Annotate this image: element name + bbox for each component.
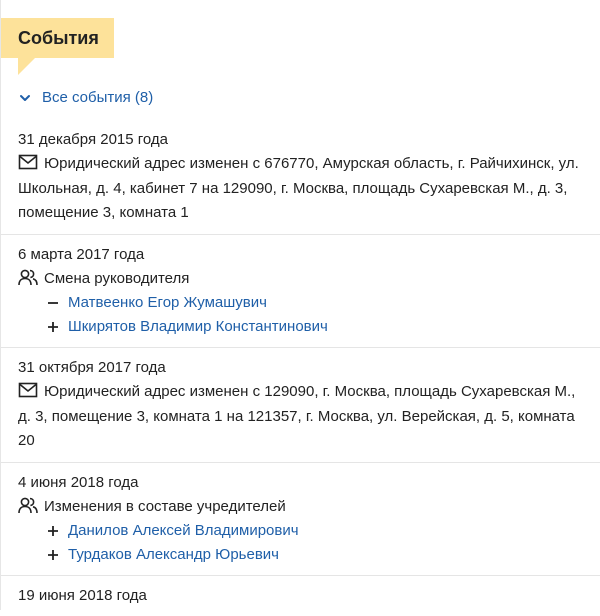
event-title: Смена руководителя bbox=[44, 269, 190, 287]
event-middle: на bbox=[197, 179, 223, 197]
event-description: Юридический адрес изменен с 129090, г. М… bbox=[18, 380, 600, 454]
event-description: Смена руководителя bbox=[18, 267, 600, 292]
event-date: 31 октября 2017 года bbox=[18, 359, 166, 376]
person-removed: Матвеенко Егор Жумашувич bbox=[18, 291, 600, 315]
minus-icon bbox=[48, 302, 58, 304]
person-link[interactable]: Турдаков Александр Юрьевич bbox=[68, 543, 279, 567]
event-date: 19 июня 2018 года bbox=[18, 587, 147, 604]
plus-icon bbox=[48, 322, 58, 332]
event-title: Изменения в составе учредителей bbox=[44, 497, 286, 515]
all-events-label: Все события (8) bbox=[42, 89, 154, 106]
all-events-toggle[interactable]: Все события (8) bbox=[18, 88, 153, 108]
event-description: Юридический адрес изменен с 676770, Амур… bbox=[18, 152, 600, 226]
plus-icon bbox=[48, 526, 58, 536]
person-added: Шкирятов Владимир Константинович bbox=[18, 315, 600, 339]
person-link[interactable]: Шкирятов Владимир Константинович bbox=[68, 315, 328, 339]
section-title-tail bbox=[18, 58, 35, 75]
person-link[interactable]: Матвеенко Егор Жумашувич bbox=[68, 291, 267, 315]
event-date: 31 декабря 2015 года bbox=[18, 131, 169, 148]
person-link[interactable]: Данилов Алексей Владимирович bbox=[68, 519, 299, 543]
event-middle: на bbox=[222, 407, 248, 425]
events-list: 31 декабря 2015 года Юридический адрес и… bbox=[1, 120, 600, 616]
event-date: 6 марта 2017 года bbox=[18, 245, 145, 263]
chevron-down-icon bbox=[20, 95, 30, 101]
people-icon bbox=[18, 268, 38, 286]
event-item: 19 июня 2018 года bbox=[1, 576, 600, 616]
section-title: События bbox=[1, 18, 114, 58]
event-date: 4 июня 2018 года bbox=[18, 473, 139, 491]
event-item: 31 октября 2017 года Юридический адрес и… bbox=[1, 348, 600, 463]
event-item: 4 июня 2018 года Изменения в составе учр… bbox=[1, 463, 600, 576]
mail-icon bbox=[18, 381, 38, 399]
mail-icon bbox=[18, 153, 38, 171]
event-description: Изменения в составе учредителей bbox=[18, 495, 600, 520]
person-added: Данилов Алексей Владимирович bbox=[18, 519, 600, 543]
event-item: 6 марта 2017 года Смена руководителя Мат… bbox=[1, 235, 600, 348]
event-prefix: Юридический адрес изменен с bbox=[44, 155, 265, 172]
people-icon bbox=[18, 496, 38, 514]
event-prefix: Юридический адрес изменен с bbox=[44, 383, 265, 400]
events-panel: События Все события (8) 31 декабря 2015 … bbox=[0, 0, 600, 610]
person-added: Турдаков Александр Юрьевич bbox=[18, 543, 600, 567]
event-item: 31 декабря 2015 года Юридический адрес и… bbox=[1, 120, 600, 235]
plus-icon bbox=[48, 550, 58, 560]
